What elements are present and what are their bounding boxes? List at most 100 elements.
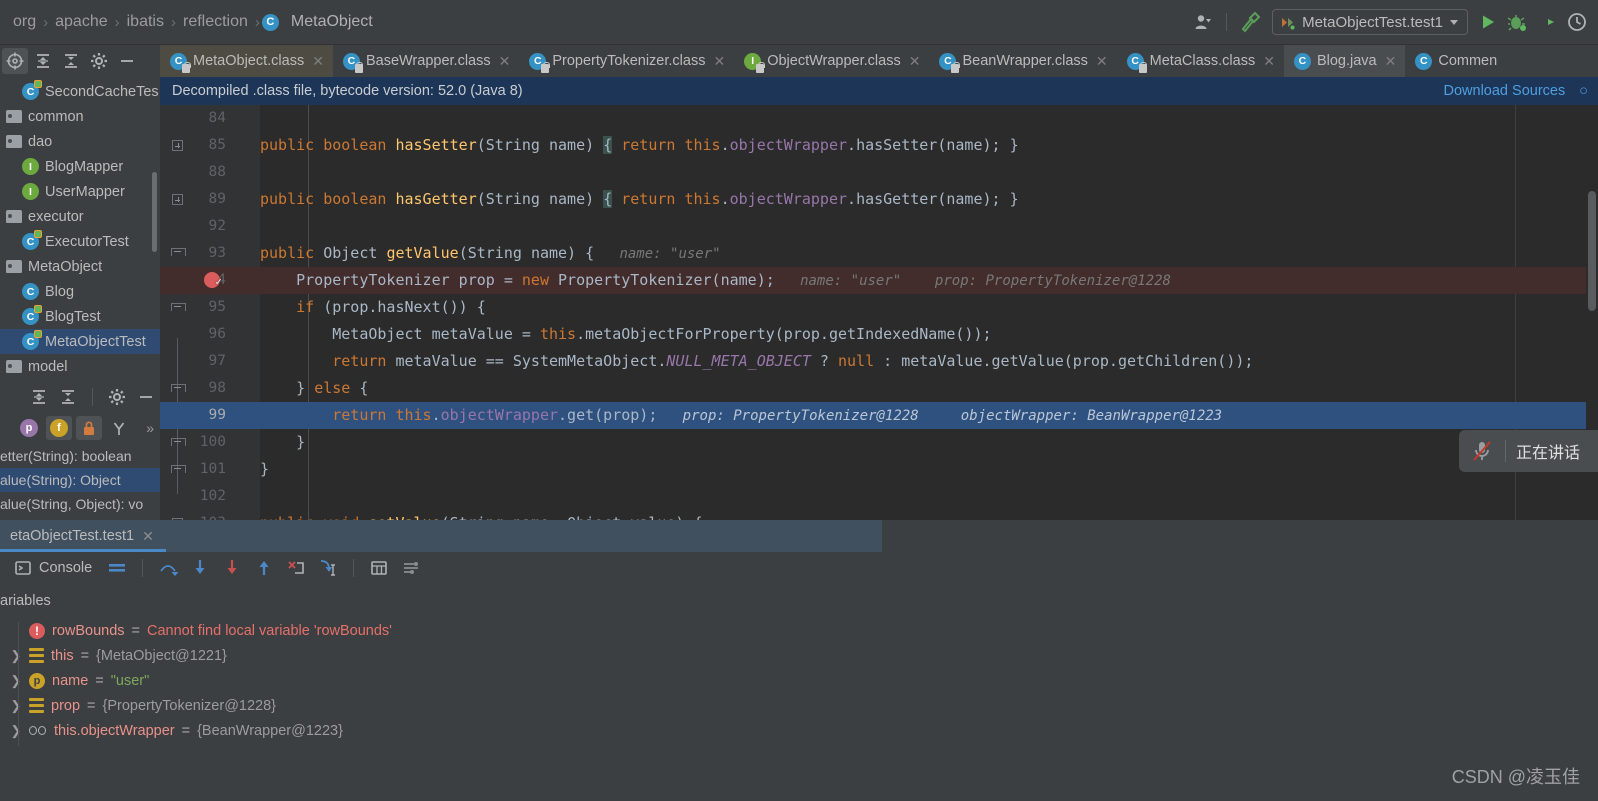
fold-toggle-icon[interactable]: [172, 194, 183, 205]
breadcrumb-item-ibatis[interactable]: ibatis: [122, 13, 169, 31]
expand-all-icon[interactable]: [30, 48, 56, 74]
user-account-icon[interactable]: [1189, 7, 1219, 37]
structure-row-setvalue[interactable]: alue(String, Object): vo: [0, 492, 160, 516]
expand-all-icon[interactable]: [26, 385, 52, 409]
step-into-icon[interactable]: [185, 554, 215, 582]
code-line-103[interactable]: 103 public void setValue(String name, Ob…: [160, 510, 1598, 520]
code-line-99[interactable]: 99 return this.objectWrapper.get(prop); …: [160, 402, 1598, 429]
console-toggle-button[interactable]: Console: [10, 559, 100, 577]
close-icon[interactable]: ✕: [499, 53, 511, 70]
fold-toggle-icon[interactable]: [172, 140, 183, 151]
microphone-muted-icon[interactable]: [1459, 439, 1505, 463]
project-tree-scrollbar[interactable]: [152, 172, 157, 252]
minimize-icon[interactable]: [114, 48, 140, 74]
structure-row-hasgetter[interactable]: etter(String): boolean: [0, 444, 160, 468]
notification-close-icon[interactable]: ○: [1579, 83, 1588, 99]
run-to-cursor-icon[interactable]: [313, 554, 343, 582]
tree-item-model[interactable]: model: [0, 354, 160, 379]
breakpoint-icon[interactable]: [204, 268, 222, 295]
show-properties-filter[interactable]: p: [16, 416, 42, 440]
structure-row-getvalue[interactable]: alue(String): Object: [0, 468, 160, 492]
project-tree[interactable]: C SecondCacheTes common dao I BlogMapper…: [0, 77, 160, 382]
fold-toggle-icon[interactable]: [171, 248, 186, 258]
drop-frame-icon[interactable]: [281, 554, 311, 582]
close-icon[interactable]: ✕: [1096, 53, 1108, 70]
close-icon[interactable]: ✕: [1263, 53, 1275, 70]
microphone-floating-widget[interactable]: 正在讲话: [1459, 430, 1598, 472]
variables-panel[interactable]: ❯ ! rowBounds = Cannot find local variab…: [0, 618, 1598, 801]
tree-item-blogmapper[interactable]: I BlogMapper: [0, 154, 160, 179]
breadcrumb-item-org[interactable]: org: [8, 13, 41, 31]
tab-basewrapper-class[interactable]: C BaseWrapper.class ✕: [333, 45, 519, 77]
debug-bug-icon[interactable]: [1502, 7, 1532, 37]
variable-row-rowbounds[interactable]: ❯ ! rowBounds = Cannot find local variab…: [0, 618, 1598, 643]
fold-toggle-icon[interactable]: [171, 465, 186, 475]
gear-icon[interactable]: [104, 385, 130, 409]
run-with-coverage-icon[interactable]: [1532, 7, 1562, 37]
tab-propertytokenizer-class[interactable]: C PropertyTokenizer.class ✕: [519, 45, 734, 77]
run-configuration-selector[interactable]: MetaObjectTest.test1: [1272, 9, 1468, 35]
tree-item-usermapper[interactable]: I UserMapper: [0, 179, 160, 204]
tab-blog-java[interactable]: C Blog.java ✕: [1283, 45, 1406, 77]
tree-item-executor[interactable]: executor: [0, 204, 160, 229]
expand-chevron-icon[interactable]: ❯: [10, 698, 22, 714]
code-line-102[interactable]: 102: [160, 483, 1598, 510]
show-fields-filter[interactable]: f: [46, 416, 72, 440]
step-over-icon[interactable]: [153, 554, 183, 582]
download-sources-link[interactable]: Download Sources: [1444, 83, 1566, 99]
tree-item-metaobject-folder[interactable]: MetaObject: [0, 254, 160, 279]
code-line-98[interactable]: 98 } else {: [160, 375, 1598, 402]
tree-item-blogtest[interactable]: C BlogTest: [0, 304, 160, 329]
editor-scrollbar-thumb[interactable]: [1588, 191, 1596, 311]
close-icon[interactable]: ✕: [312, 53, 324, 70]
debug-session-tab[interactable]: etaObjectTest.test1 ✕: [0, 520, 166, 552]
close-icon[interactable]: ✕: [713, 53, 725, 70]
minimize-icon[interactable]: [133, 385, 159, 409]
expand-chevron-icon[interactable]: ❯: [10, 648, 22, 664]
collapse-all-icon[interactable]: [58, 48, 84, 74]
settings-filter-icon[interactable]: [396, 554, 426, 582]
breadcrumb-item-reflection[interactable]: reflection: [178, 13, 253, 31]
chevron-down-icon[interactable]: [1450, 19, 1458, 25]
evaluate-expression-icon[interactable]: [364, 554, 394, 582]
tab-objectwrapper-class[interactable]: I ObjectWrapper.class ✕: [734, 45, 929, 77]
code-line-94[interactable]: 94 PropertyTokenizer prop = new Property…: [160, 267, 1598, 295]
code-line-88[interactable]: 88: [160, 159, 1598, 186]
code-editor[interactable]: 84 85 public boolean hasSetter(String na…: [160, 105, 1598, 520]
tree-item-secondcachetest[interactable]: C SecondCacheTes: [0, 79, 160, 104]
breadcrumb-item-apache[interactable]: apache: [50, 13, 113, 31]
profiler-icon[interactable]: [1562, 7, 1592, 37]
locate-in-tree-icon[interactable]: [2, 48, 28, 74]
code-line-93[interactable]: 93 public Object getValue(String name) {…: [160, 240, 1598, 267]
code-line-100[interactable]: 100 }: [160, 429, 1598, 456]
gear-icon[interactable]: [86, 48, 112, 74]
build-hammer-icon[interactable]: [1234, 7, 1266, 37]
code-line-84[interactable]: 84: [160, 105, 1598, 132]
collapse-all-icon[interactable]: [55, 385, 81, 409]
tree-item-common[interactable]: common: [0, 104, 160, 129]
tree-item-executortest[interactable]: C ExecutorTest: [0, 229, 160, 254]
tab-beanwrapper-class[interactable]: C BeanWrapper.class ✕: [929, 45, 1116, 77]
variable-row-prop[interactable]: ❯ prop = {PropertyTokenizer@1228}: [0, 693, 1598, 718]
expand-chevron-icon[interactable]: ❯: [10, 673, 22, 689]
expand-chevron-icon[interactable]: ❯: [10, 723, 22, 739]
close-icon[interactable]: ✕: [1385, 53, 1397, 70]
variable-row-objectwrapper[interactable]: ❯ this.objectWrapper = {BeanWrapper@1223…: [0, 718, 1598, 743]
tab-metaclass-class[interactable]: C MetaClass.class ✕: [1117, 45, 1284, 77]
breadcrumb-item-metaobject[interactable]: MetaObject: [286, 13, 378, 31]
code-line-89[interactable]: 89 public boolean hasGetter(String name)…: [160, 186, 1598, 213]
code-line-97[interactable]: 97 return metaValue == SystemMetaObject.…: [160, 348, 1598, 375]
code-line-85[interactable]: 85 public boolean hasSetter(String name)…: [160, 132, 1598, 159]
fold-toggle-icon[interactable]: [171, 303, 186, 313]
code-line-92[interactable]: 92: [160, 213, 1598, 240]
code-line-96[interactable]: 96 MetaObject metaValue = this.metaObjec…: [160, 321, 1598, 348]
close-icon[interactable]: ✕: [909, 53, 921, 70]
variable-row-name[interactable]: ❯ p name = "user": [0, 668, 1598, 693]
step-out-icon[interactable]: [249, 554, 279, 582]
variable-row-this[interactable]: ❯ this = {MetaObject@1221}: [0, 643, 1598, 668]
overflow-menu-icon[interactable]: »: [146, 420, 160, 436]
tree-item-metaobjecttest[interactable]: C MetaObjectTest: [0, 329, 160, 354]
show-non-public-filter[interactable]: [76, 416, 102, 440]
code-line-95[interactable]: 95 if (prop.hasNext()) {: [160, 294, 1598, 321]
intention-lightbulb-icon[interactable]: [164, 406, 179, 425]
